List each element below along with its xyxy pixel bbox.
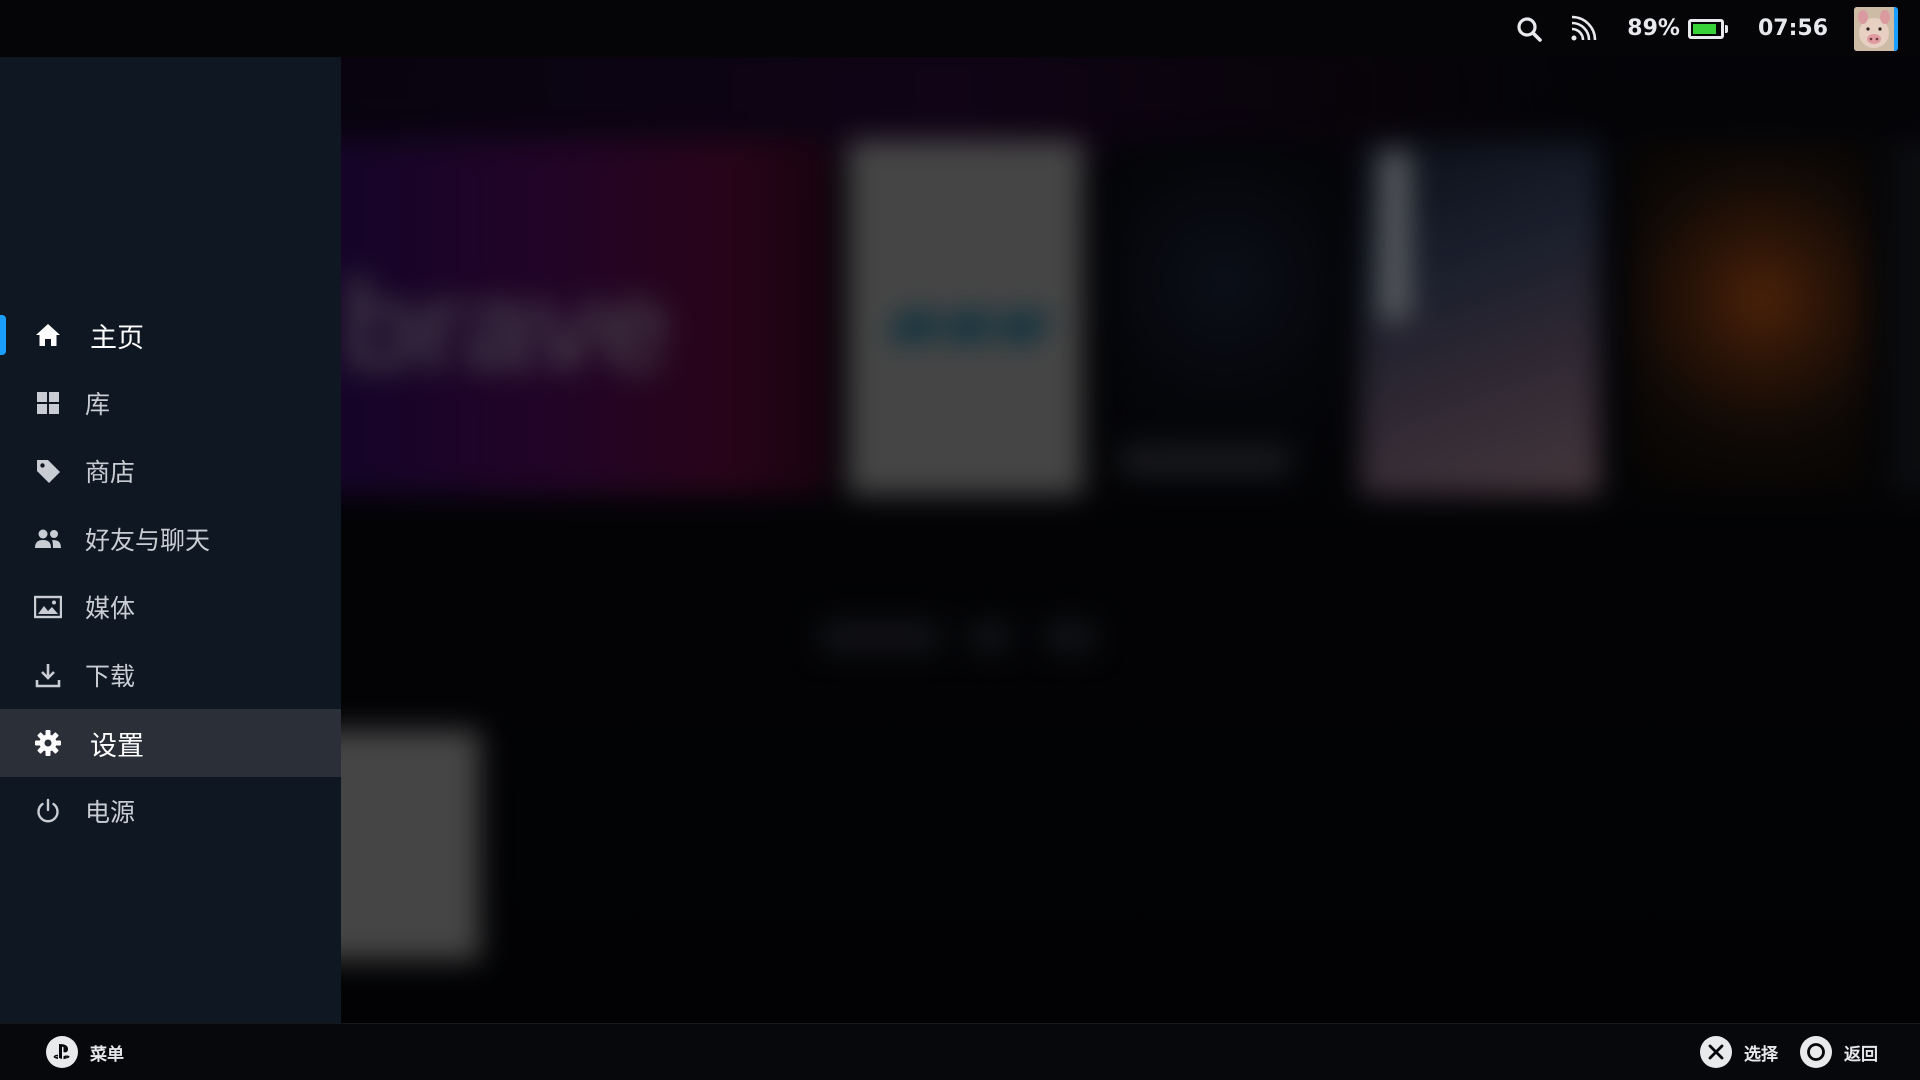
cast-icon[interactable] (1569, 15, 1597, 43)
menu-item-label: 电源 (85, 798, 136, 827)
battery-body (1687, 18, 1724, 39)
search-icon[interactable] (1515, 15, 1543, 43)
clock-time: 07:56 (1757, 16, 1828, 41)
menu-item-label: 下载 (85, 662, 136, 691)
menu-hint[interactable]: 菜单 (46, 1036, 124, 1068)
menu-item-library[interactable]: 库 (0, 369, 341, 437)
menu-item-friends[interactable]: 好友与聊天 (0, 505, 341, 573)
cross-button-icon (1700, 1036, 1732, 1068)
friends-icon (34, 525, 62, 553)
menu-item-store[interactable]: 商店 (0, 437, 341, 505)
menu-hint-label: 菜单 (90, 1044, 124, 1065)
playstation-icon (46, 1036, 78, 1068)
battery-fill (1692, 23, 1717, 34)
power-icon (34, 797, 62, 825)
download-icon (34, 661, 62, 689)
avatar[interactable] (1854, 6, 1898, 51)
menu-item-power[interactable]: 电源 (0, 777, 341, 845)
menu-item-settings[interactable]: 设置 (0, 709, 341, 777)
library-grid-icon (34, 389, 62, 417)
media-image-icon (34, 593, 62, 621)
battery-icon (1687, 18, 1728, 39)
menu-item-label: 库 (85, 390, 111, 419)
menu-item-label: 主页 (90, 322, 144, 354)
back-hint-label: 返回 (1844, 1044, 1878, 1065)
menu-item-downloads[interactable]: 下载 (0, 641, 341, 709)
top-status-bar: 89% 07:56 (0, 0, 1920, 57)
side-menu: 主页 库 商店 好友与聊天 媒体 下载 设置 电源 (0, 57, 341, 1023)
back-hint[interactable]: 返回 (1800, 1036, 1878, 1068)
bottom-hint-bar: 菜单 选择 返回 (0, 1023, 1920, 1080)
gear-icon (34, 729, 62, 757)
menu-item-label: 好友与聊天 (85, 526, 211, 555)
store-tag-icon (34, 457, 62, 485)
battery-percent: 89% (1627, 16, 1680, 41)
home-icon (34, 321, 62, 349)
menu-item-media[interactable]: 媒体 (0, 573, 341, 641)
menu-item-label: 商店 (85, 458, 136, 487)
circle-button-icon (1800, 1036, 1832, 1068)
active-indicator (0, 315, 6, 355)
select-hint-label: 选择 (1744, 1044, 1778, 1065)
menu-list: 主页 库 商店 好友与聊天 媒体 下载 设置 电源 (0, 301, 341, 845)
action-hints: 选择 返回 (1700, 1036, 1878, 1068)
menu-item-home[interactable]: 主页 (0, 301, 341, 369)
menu-item-label: 设置 (90, 730, 144, 762)
battery-cap (1724, 24, 1728, 33)
menu-item-label: 媒体 (85, 594, 136, 623)
select-hint[interactable]: 选择 (1700, 1036, 1778, 1068)
